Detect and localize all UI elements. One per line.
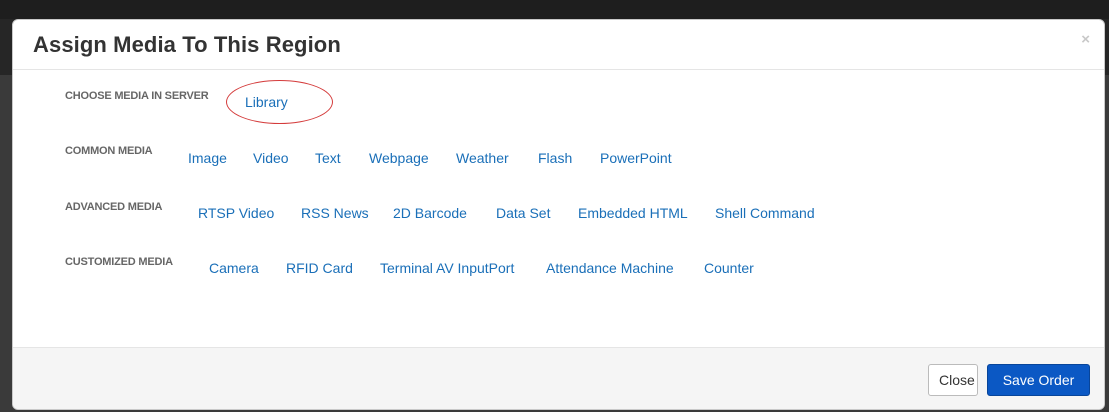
media-link-embedded-html[interactable]: Embedded HTML	[578, 205, 688, 221]
section-label-advanced: ADVANCED MEDIA	[65, 201, 163, 213]
media-link-terminal-av-inputport[interactable]: Terminal AV InputPort	[380, 260, 514, 276]
media-link-rfid-card[interactable]: RFID Card	[286, 260, 353, 276]
media-link-video[interactable]: Video	[253, 150, 289, 166]
background-header-strip	[0, 0, 1109, 19]
media-link-flash[interactable]: Flash	[538, 150, 572, 166]
section-label-customized: CUSTOMIZED MEDIA	[65, 256, 173, 268]
assign-media-dialog: Assign Media To This Region × CHOOSE MED…	[12, 19, 1105, 410]
media-link-camera[interactable]: Camera	[209, 260, 259, 276]
media-link-attendance-machine[interactable]: Attendance Machine	[546, 260, 674, 276]
dialog-header: Assign Media To This Region ×	[13, 20, 1104, 70]
media-link-image[interactable]: Image	[188, 150, 227, 166]
section-label-common: COMMON MEDIA	[65, 145, 153, 157]
media-link-data-set[interactable]: Data Set	[496, 205, 550, 221]
media-link-rss-news[interactable]: RSS News	[301, 205, 369, 221]
close-icon[interactable]: ×	[1081, 32, 1090, 47]
media-link-library[interactable]: Library	[245, 94, 288, 110]
media-link-2d-barcode[interactable]: 2D Barcode	[393, 205, 467, 221]
media-link-rtsp-video[interactable]: RTSP Video	[198, 205, 274, 221]
media-link-text[interactable]: Text	[315, 150, 341, 166]
media-link-powerpoint[interactable]: PowerPoint	[600, 150, 672, 166]
close-button[interactable]: Close	[928, 364, 978, 396]
dialog-footer: Close Save Order	[13, 347, 1104, 409]
save-order-button[interactable]: Save Order	[987, 364, 1090, 396]
dialog-title: Assign Media To This Region	[33, 32, 341, 57]
media-link-counter[interactable]: Counter	[704, 260, 754, 276]
section-label-server: CHOOSE MEDIA IN SERVER	[65, 90, 209, 102]
media-link-webpage[interactable]: Webpage	[369, 150, 429, 166]
media-link-shell-command[interactable]: Shell Command	[715, 205, 815, 221]
media-link-weather[interactable]: Weather	[456, 150, 509, 166]
